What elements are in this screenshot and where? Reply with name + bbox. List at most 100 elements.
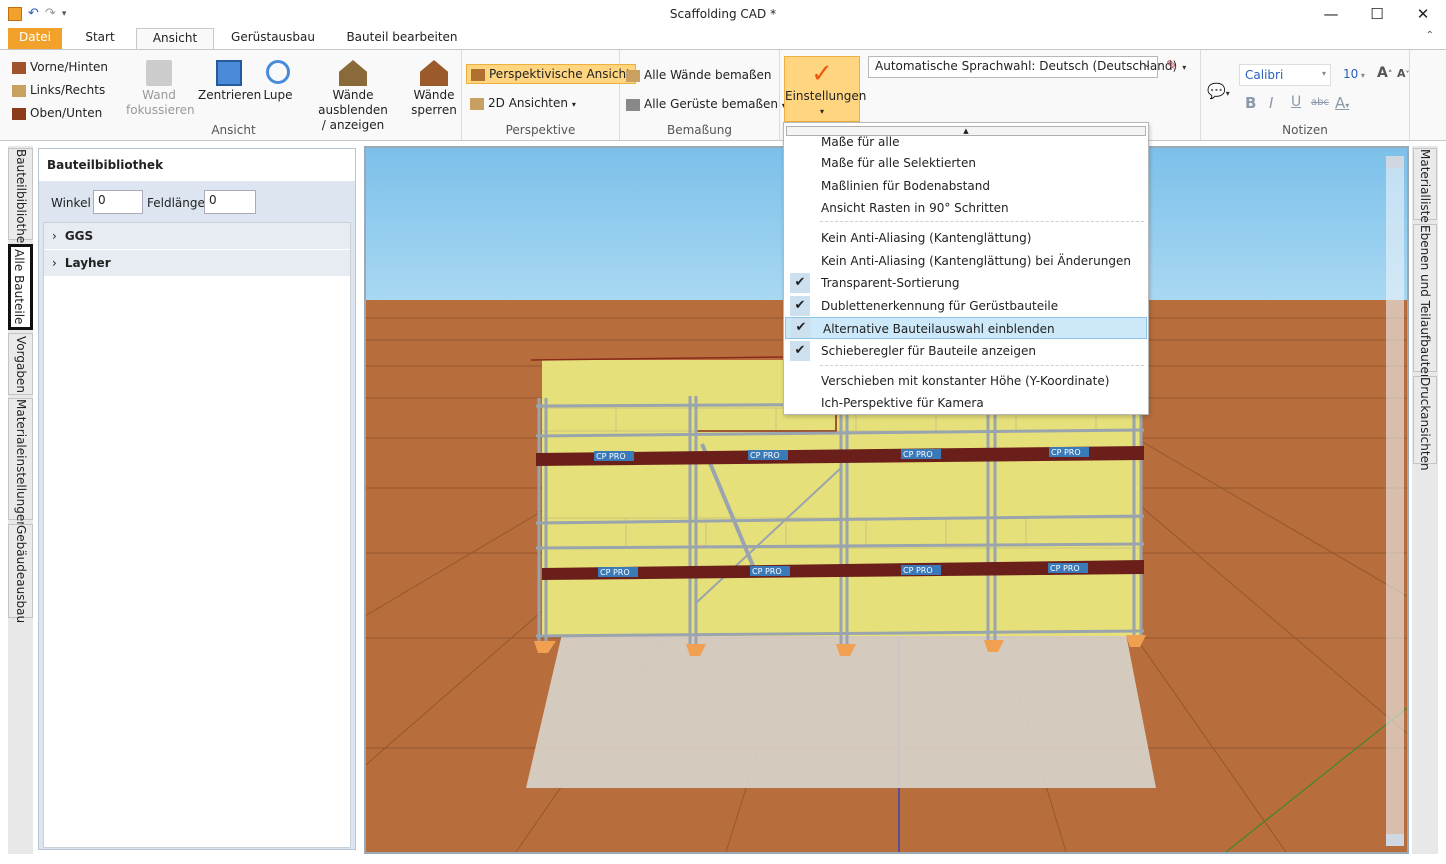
top-view-icon: [12, 107, 26, 120]
menu-item-ich-perspektive[interactable]: Ich-Perspektive für Kamera: [784, 392, 1148, 414]
menu-item-ansicht-rasten[interactable]: Ansicht Rasten in 90° Schritten: [784, 197, 1148, 219]
underline-icon[interactable]: U: [1291, 94, 1301, 110]
font-color-icon[interactable]: A▾: [1335, 94, 1349, 112]
font-size-select[interactable]: 10 ▾: [1339, 64, 1375, 86]
menu-separator: [820, 365, 1144, 366]
menu-item-label: Ich-Perspektive für Kamera: [821, 396, 984, 410]
font-select-value: Calibri: [1245, 68, 1284, 82]
menu-item-label: Dublettenerkennung für Gerüstbauteile: [821, 299, 1059, 313]
svg-text:CP PRO: CP PRO: [903, 566, 933, 575]
ribbon-tabs: Datei Start Ansicht Gerüstausbau Bauteil…: [0, 28, 1446, 50]
svg-text:CP PRO: CP PRO: [1051, 448, 1081, 457]
tab-druckansichten[interactable]: Druckansichten: [1413, 376, 1437, 471]
lupe-button[interactable]: Lupe: [260, 60, 296, 103]
group-label-perspektive: Perspektive: [505, 123, 576, 137]
perspektivische-ansicht-button[interactable]: Perspektivische Ansicht: [466, 64, 636, 84]
tab-bauteilbibliothek[interactable]: Bauteilbibliothek: [8, 148, 33, 250]
2d-view-icon: [470, 97, 484, 110]
menu-item-masse-fuer-alle[interactable]: Maße für alle: [784, 131, 1148, 153]
tree-item-label: Layher: [64, 256, 111, 270]
einstellungen-button[interactable]: ✓ Einstellungen ▾: [784, 56, 867, 122]
strikethrough-icon[interactable]: abc: [1311, 97, 1329, 108]
collapse-ribbon-icon[interactable]: ⌃: [1426, 30, 1434, 41]
tab-materialliste[interactable]: Materialliste: [1413, 148, 1437, 223]
font-select[interactable]: Calibri ▾: [1239, 64, 1331, 86]
menu-item-schieberegler[interactable]: ✔ Schieberegler für Bauteile anzeigen: [784, 340, 1148, 362]
svg-text:CP PRO: CP PRO: [600, 568, 630, 577]
alle-waende-bemassen-button[interactable]: Alle Wände bemaßen: [626, 68, 772, 82]
menu-item-label: Maße für alle: [821, 135, 900, 149]
tree-item-ggs[interactable]: › GGS: [44, 223, 350, 250]
vorne-hinten-button[interactable]: Vorne/Hinten: [12, 60, 108, 74]
close-button[interactable]: ✕: [1400, 0, 1446, 28]
comment-icon[interactable]: 💬▾: [1207, 82, 1230, 100]
alle-gerueste-bemassen-dropdown[interactable]: Alle Gerüste bemaßen ▾: [626, 97, 786, 111]
group-label-ansicht: Ansicht: [211, 123, 256, 137]
ground-plate: [526, 634, 1156, 788]
feldlaenge-input[interactable]: 0: [204, 190, 256, 214]
italic-icon[interactable]: I: [1269, 94, 1273, 112]
pen-tool-icon[interactable]: ✎ ▾: [1166, 58, 1186, 74]
waende-sperren-button[interactable]: Wände sperren: [410, 60, 458, 118]
language-select-value: Automatische Sprachwahl: Deutsch (Deutsc…: [875, 59, 1178, 73]
panel-title: Bauteilbibliothek: [39, 149, 355, 181]
feldlaenge-label: Feldlänge: [147, 196, 205, 210]
menu-item-masse-selektierte[interactable]: Maße für alle Selektierten: [784, 152, 1148, 174]
minimize-button[interactable]: —: [1308, 0, 1354, 28]
tab-ebenen-und-teilaufbauten[interactable]: Ebenen und Teilaufbauten: [1413, 224, 1437, 381]
winkel-input[interactable]: 0: [93, 190, 143, 214]
house-icon: [12, 84, 26, 97]
2d-ansichten-label: 2D Ansichten: [488, 96, 568, 110]
chevron-down-icon: ▾: [1321, 69, 1326, 78]
wall-dimension-icon: [626, 69, 640, 82]
menu-item-label: Transparent-Sortierung: [821, 276, 960, 290]
menu-item-label: Alternative Bauteilauswahl einblenden: [823, 322, 1055, 336]
bauteilbibliothek-panel: Bauteilbibliothek Winkel 0 Feldlänge 0 ›…: [38, 148, 356, 850]
waende-sperren-label1: Wände: [413, 88, 455, 102]
tab-bauteil-bearbeiten[interactable]: Bauteil bearbeiten: [344, 28, 460, 49]
vorne-hinten-label: Vorne/Hinten: [30, 60, 109, 74]
chevron-right-icon: ›: [52, 256, 57, 270]
tab-alle-bauteile[interactable]: Alle Bauteile: [8, 244, 33, 330]
tab-vorgaben[interactable]: Vorgaben: [8, 333, 33, 395]
links-rechts-button[interactable]: Links/Rechts: [12, 83, 105, 97]
winkel-label: Winkel: [51, 196, 91, 210]
bold-icon[interactable]: B: [1245, 94, 1256, 112]
perspective-icon: [471, 68, 485, 81]
menu-item-verschieben-konstante-hoehe[interactable]: Verschieben mit konstanter Höhe (Y-Koord…: [784, 370, 1148, 392]
tree-item-layher[interactable]: › Layher: [44, 250, 350, 277]
grow-font-icon[interactable]: A˄: [1377, 65, 1392, 81]
zentrieren-button[interactable]: Zentrieren: [198, 60, 261, 103]
menu-item-kein-anti-aliasing[interactable]: Kein Anti-Aliasing (Kantenglättung): [784, 227, 1148, 249]
chevron-right-icon: ›: [52, 229, 57, 243]
tree-item-label: GGS: [64, 229, 94, 243]
menu-item-transparent-sortierung[interactable]: ✔ Transparent-Sortierung: [784, 272, 1148, 294]
menu-item-masslinien-bodenabstand[interactable]: Maßlinien für Bodenabstand: [784, 175, 1148, 197]
group-bemassung: Alle Wände bemaßen Alle Gerüste bemaßen …: [620, 50, 786, 140]
language-select[interactable]: Automatische Sprachwahl: Deutsch (Deutsc…: [868, 56, 1177, 78]
menu-item-kein-anti-aliasing-aenderungen[interactable]: Kein Anti-Aliasing (Kantenglättung) bei …: [784, 250, 1148, 272]
tab-materialeinstellungen[interactable]: Materialeinstellungen: [8, 398, 33, 529]
wand-fokussieren-button[interactable]: Wand fokussieren: [126, 60, 195, 118]
svg-text:CP PRO: CP PRO: [1050, 564, 1080, 573]
einstellungen-label: Einstellungen: [785, 89, 867, 103]
menu-item-dublettenerkennung[interactable]: ✔ Dublettenerkennung für Gerüstbauteile: [784, 295, 1148, 317]
tab-start[interactable]: Start: [72, 28, 128, 49]
2d-ansichten-dropdown[interactable]: 2D Ansichten ▾: [470, 96, 576, 110]
group-ansicht: Vorne/Hinten Links/Rechts Oben/Unten Wan…: [6, 50, 462, 140]
font-size-value: 10: [1343, 67, 1359, 81]
lupe-label: Lupe: [263, 88, 293, 102]
tab-gebaeudeausbau[interactable]: Gebäudeausbau: [8, 524, 33, 623]
house-hide-icon: [339, 60, 367, 86]
component-slider[interactable]: [1386, 156, 1404, 846]
shrink-font-icon[interactable]: A˅: [1397, 67, 1410, 80]
maximize-button[interactable]: ☐: [1354, 0, 1400, 28]
slider-handle[interactable]: [1386, 834, 1404, 846]
slider-handle[interactable]: [1386, 156, 1404, 168]
chevron-down-icon: ▾: [1358, 71, 1365, 80]
tab-datei[interactable]: Datei: [8, 28, 62, 49]
oben-unten-button[interactable]: Oben/Unten: [12, 106, 102, 120]
tab-ansicht[interactable]: Ansicht: [136, 28, 214, 50]
tab-geruestausbau[interactable]: Gerüstausbau: [228, 28, 318, 49]
menu-item-alternative-bauteilauswahl[interactable]: ✔ Alternative Bauteilauswahl einblenden: [785, 317, 1147, 339]
